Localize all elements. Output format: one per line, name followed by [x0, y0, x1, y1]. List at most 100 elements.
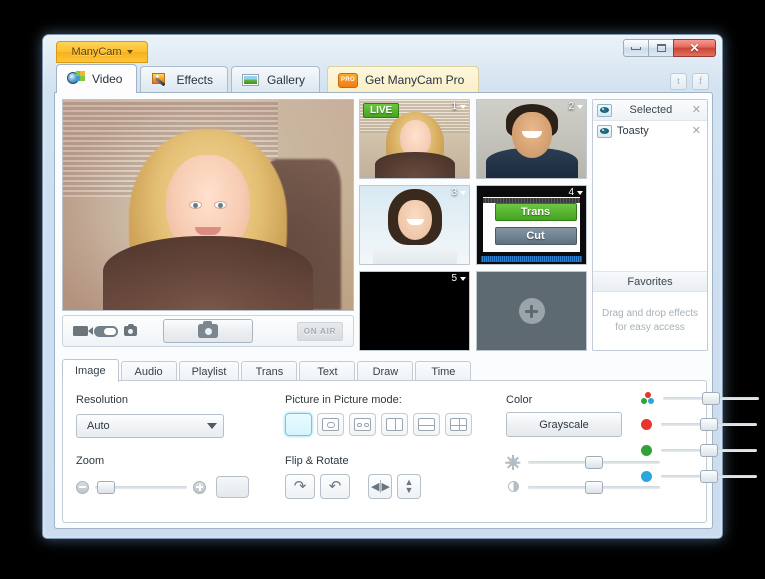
- plus-icon: [518, 298, 545, 324]
- green-slider-knob[interactable]: [700, 444, 718, 457]
- photo-camera-icon[interactable]: [124, 323, 137, 336]
- tab-text[interactable]: Text: [299, 361, 356, 382]
- rotate-left-button[interactable]: ↶: [320, 474, 350, 499]
- chevron-down-icon: [577, 190, 583, 195]
- resolution-label: Resolution: [76, 394, 128, 406]
- tab-image[interactable]: Image: [62, 359, 119, 382]
- list-item[interactable]: Toasty ✕: [593, 121, 707, 141]
- tab-gallery[interactable]: Gallery: [230, 66, 320, 93]
- thumbnail-4[interactable]: Trans Cut 4: [476, 185, 587, 265]
- green-slider[interactable]: [661, 444, 757, 457]
- blue-slider-knob[interactable]: [700, 470, 718, 483]
- maximize-icon: [656, 44, 666, 52]
- thumbnail-3-menu[interactable]: 3: [451, 187, 466, 198]
- chevron-down-icon: [577, 104, 583, 109]
- image-settings-panel: Resolution Auto Zoom Picture in Picture …: [62, 380, 759, 523]
- thumbnail-2[interactable]: 2: [476, 99, 587, 179]
- blue-row: [641, 470, 757, 483]
- tab-time[interactable]: Time: [415, 361, 472, 382]
- app-window: ManyCam ✕ Video ✦ E: [42, 34, 759, 539]
- red-slider-knob[interactable]: [700, 418, 718, 431]
- tab-effects-label: Effects: [176, 73, 213, 87]
- pip-mode-label: Picture in Picture mode:: [285, 394, 402, 406]
- settings-tab-strip: Image Audio Playlist Trans Text Draw Tim…: [62, 358, 473, 382]
- thumbnail-5-menu[interactable]: 5: [451, 273, 466, 284]
- camcorder-icon[interactable]: [73, 326, 93, 336]
- maximize-button[interactable]: [648, 39, 674, 57]
- minimize-button[interactable]: [623, 39, 649, 57]
- zoom-label: Zoom: [76, 455, 105, 467]
- chevron-down-icon: [460, 276, 466, 281]
- red-slider[interactable]: [661, 418, 757, 431]
- blue-slider[interactable]: [661, 470, 757, 483]
- on-air-indicator[interactable]: ON AIR: [297, 321, 343, 341]
- main-video-preview[interactable]: [62, 99, 354, 311]
- flip-horizontal-button[interactable]: ◀ ▶: [368, 474, 392, 499]
- thumbnail-5[interactable]: 5: [359, 271, 470, 351]
- pip-mode-quad[interactable]: [445, 413, 472, 436]
- main-tab-strip: Video ✦ Effects Gallery PRO Get ManyCam …: [43, 63, 722, 93]
- content-panel: ON AIR LIVE 1 2 3 Trans Cut 4 5 Selected…: [54, 92, 759, 529]
- zoom-out-button[interactable]: [76, 480, 89, 494]
- chevron-down-icon: [460, 104, 466, 109]
- rgb-slider[interactable]: [663, 392, 759, 405]
- pip-mode-split-h[interactable]: [413, 413, 440, 436]
- source-thumbnails-grid: LIVE 1 2 3 Trans Cut 4 5: [359, 99, 587, 351]
- tab-get-manycam-pro[interactable]: PRO Get ManyCam Pro: [326, 66, 480, 93]
- thumbnail-2-menu[interactable]: 2: [568, 101, 583, 112]
- flip-vertical-button[interactable]: ▲ ▼: [397, 474, 421, 499]
- pip-mode-inset[interactable]: [317, 413, 344, 436]
- thumb3-smile: [406, 218, 424, 225]
- pip-mode-two-inset[interactable]: [349, 413, 376, 436]
- pip-mode-full[interactable]: [285, 413, 312, 436]
- sun-icon: [505, 454, 521, 470]
- tab-trans[interactable]: Trans: [241, 361, 298, 382]
- pip-mode-split-v[interactable]: [381, 413, 408, 436]
- facebook-icon[interactable]: f: [692, 73, 709, 90]
- cut-button[interactable]: Cut: [494, 227, 577, 245]
- twitter-icon[interactable]: t: [670, 73, 687, 90]
- rotate-right-button[interactable]: ↷: [285, 474, 315, 499]
- close-icon: ✕: [689, 41, 700, 55]
- chevron-down-icon: [207, 423, 217, 429]
- tab-playlist[interactable]: Playlist: [178, 361, 240, 382]
- zoom-in-button[interactable]: [193, 480, 206, 494]
- brand-menu-tab[interactable]: ManyCam: [56, 41, 148, 63]
- zoom-slider-knob[interactable]: [97, 480, 115, 494]
- clear-selected-button[interactable]: ✕: [690, 104, 703, 116]
- brightness-slider[interactable]: [528, 455, 660, 469]
- minimize-icon: [631, 46, 641, 50]
- snapshot-button[interactable]: [163, 319, 253, 343]
- rgb-row: [641, 392, 759, 405]
- trans-button[interactable]: Trans: [494, 203, 577, 221]
- thumbnail-1[interactable]: LIVE 1: [359, 99, 470, 179]
- grayscale-button[interactable]: Grayscale: [506, 412, 622, 437]
- tab-audio[interactable]: Audio: [120, 361, 177, 382]
- thumbnail-2-number: 2: [568, 101, 574, 112]
- thumbnail-3[interactable]: 3: [359, 185, 470, 265]
- contrast-slider-knob[interactable]: [585, 480, 603, 494]
- resolution-select[interactable]: Auto: [76, 414, 224, 438]
- tab-video[interactable]: Video: [56, 64, 138, 93]
- add-source-tile[interactable]: [476, 271, 587, 351]
- favorites-dropzone[interactable]: Drag and drop effects for easy access: [593, 292, 707, 350]
- zoom-slider[interactable]: [95, 480, 187, 494]
- upper-area: ON AIR LIVE 1 2 3 Trans Cut 4 5 Selected…: [55, 93, 712, 355]
- tab-draw[interactable]: Draw: [357, 361, 414, 382]
- thumbnail-4-menu[interactable]: 4: [568, 187, 583, 198]
- rgb-slider-knob[interactable]: [702, 392, 720, 405]
- brightness-slider-knob[interactable]: [585, 455, 603, 469]
- contrast-icon: [506, 480, 520, 494]
- contrast-slider[interactable]: [528, 480, 660, 494]
- thumbnail-1-menu[interactable]: 1: [451, 101, 466, 112]
- thumb1-torso: [374, 152, 455, 178]
- remove-effect-button[interactable]: ✕: [690, 125, 703, 137]
- eye-icon[interactable]: [597, 103, 612, 117]
- resolution-value: Auto: [87, 420, 110, 432]
- zoom-reset-button[interactable]: [216, 476, 249, 498]
- tab-effects[interactable]: ✦ Effects: [140, 66, 228, 93]
- eye-icon[interactable]: [597, 124, 612, 138]
- close-button[interactable]: ✕: [673, 39, 716, 57]
- selected-effects-header: Selected ✕: [593, 100, 707, 121]
- mode-toggle-switch[interactable]: [94, 325, 118, 337]
